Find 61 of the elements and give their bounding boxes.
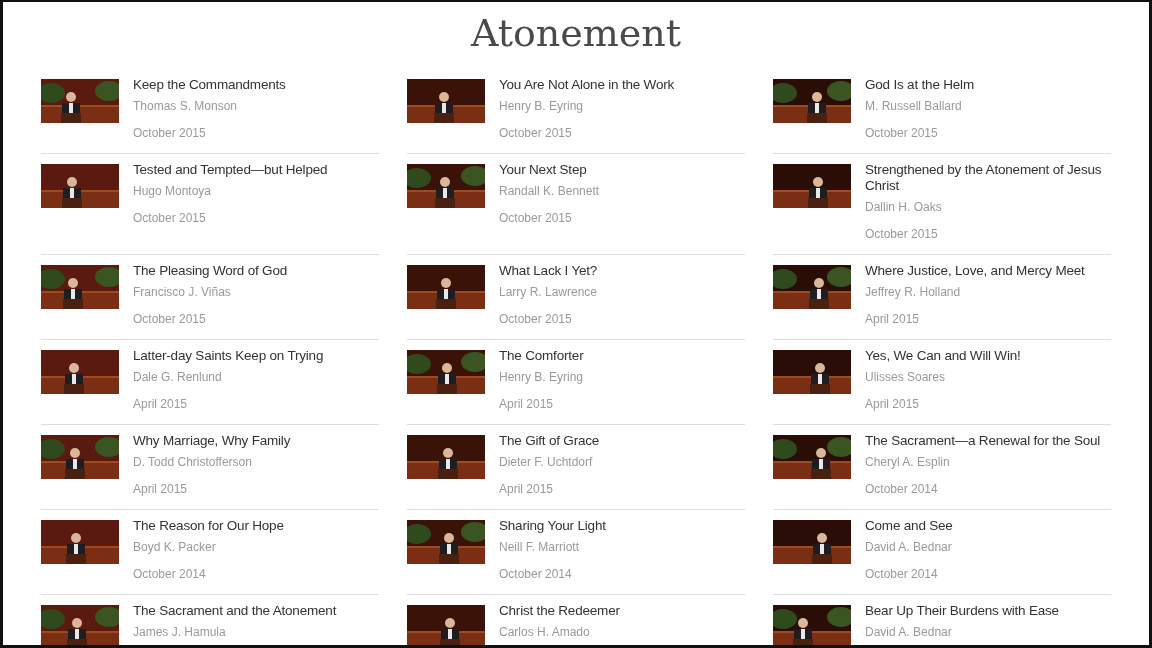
talk-title-link[interactable]: The Comforter [499,348,584,364]
talk-date: October 2015 [133,312,207,327]
talk-date: October 2015 [865,227,939,242]
speaker-name: Larry R. Lawrence [499,285,598,300]
talk-title-link[interactable]: Yes, We Can and Will Win! [865,348,1021,364]
page-title: Atonement [469,10,683,57]
talk-title-link[interactable]: Latter-day Saints Keep on Trying [133,348,324,364]
speaker-name: Francisco J. Viñas [133,285,232,300]
talk-title-link[interactable]: The Sacrament and the Atonement [133,603,337,619]
talk-date: April 2015 [499,397,555,412]
talk-date: October 2014 [133,567,207,582]
talk-date: October 2014 [865,482,939,497]
talk-title-link[interactable]: Strengthened by the Atonement of Jesus Christ [865,162,1111,194]
speaker-name: Cheryl A. Esplin [865,455,951,470]
talk-date: April 2015 [865,312,921,327]
talk-date: October 2015 [133,211,207,226]
talk-date: October 2015 [499,312,573,327]
speaker-name: Thomas S. Monson [133,99,239,114]
speaker-name: David A. Bednar [865,625,953,640]
talk-date: April 2015 [865,397,921,412]
talk-title-link[interactable]: The Sacrament—a Renewal for the Soul [865,433,1101,449]
speaker-name: Randall K. Bennett [499,184,600,199]
speaker-name: Boyd K. Packer [133,540,217,555]
talk-title-link[interactable]: What Lack I Yet? [499,263,598,279]
speaker-name: Dallin H. Oaks [865,200,943,215]
talk-date: October 2015 [499,211,573,226]
speaker-name: Henry B. Eyring [499,370,584,385]
talk-title-link[interactable]: Tested and Tempted—but Helped [133,162,328,178]
speaker-name: Ulisses Soares [865,370,947,385]
talk-title-link[interactable]: Why Marriage, Why Family [133,433,291,449]
speaker-name: Hugo Montoya [133,184,213,199]
speaker-name: David A. Bednar [865,540,953,555]
talk-title-link[interactable]: The Reason for Our Hope [133,518,284,534]
talk-title-link[interactable]: You Are Not Alone in the Work [499,77,675,93]
speaker-name: Henry B. Eyring [499,99,585,114]
talk-title-link[interactable]: Christ the Redeemer [499,603,620,619]
talk-date: October 2015 [499,126,573,141]
talk-date: October 2015 [133,126,207,141]
talk-title-link[interactable]: The Pleasing Word of God [133,263,288,279]
talk-date: April 2015 [499,482,555,497]
talk-title-link[interactable]: Sharing Your Light [499,518,606,534]
talk-title-link[interactable]: Your Next Step [499,162,600,178]
talk-title-link[interactable]: Keep the Commandments [133,77,286,93]
talk-title-link[interactable]: God Is at the Helm [865,77,974,93]
speaker-name: James J. Hamula [133,625,227,640]
speaker-name: D. Todd Christofferson [133,455,253,470]
talk-title-link[interactable]: Bear Up Their Burdens with Ease [865,603,1059,619]
talk-title-link[interactable]: Where Justice, Love, and Mercy Meet [865,263,1085,279]
talk-date: April 2015 [133,397,189,412]
talk-date: October 2014 [865,567,939,582]
talk-title-link[interactable]: The Gift of Grace [499,433,600,449]
speaker-name: Dale G. Renlund [133,370,223,385]
talk-date: October 2014 [499,567,573,582]
talk-date: October 2015 [865,126,939,141]
speaker-name: Dieter F. Uchtdorf [499,455,594,470]
speaker-name: Jeffrey R. Holland [865,285,962,300]
speaker-name: M. Russell Ballard [865,99,963,114]
speaker-name: Neill F. Marriott [499,540,580,555]
talk-date: April 2015 [133,482,189,497]
talk-title-link[interactable]: Come and See [865,518,953,534]
speaker-name: Carlos H. Amado [499,625,591,640]
